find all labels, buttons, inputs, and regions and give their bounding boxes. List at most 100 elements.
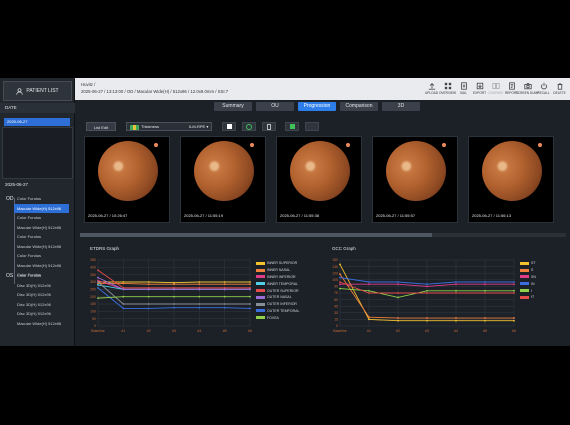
map-select[interactable]: Thickness ILM-RPE ▾ — [126, 122, 212, 131]
od-scan-item[interactable]: Color Fundus — [14, 213, 69, 223]
os-scan-item[interactable]: Disc 3D(H) 512x96 — [14, 309, 69, 319]
data-point[interactable] — [173, 303, 175, 305]
export-button[interactable]: EXPORT — [472, 80, 487, 98]
data-point[interactable] — [426, 317, 428, 319]
od-scan-item[interactable]: Macular Wide(H) 512x96 — [14, 223, 69, 233]
data-point[interactable] — [147, 281, 150, 283]
data-point[interactable] — [198, 288, 201, 291]
os-scan-item[interactable]: Disc 3D(H) 512x96 — [14, 290, 69, 300]
data-point[interactable] — [368, 281, 370, 283]
data-point[interactable] — [97, 276, 99, 279]
od-scan-item[interactable]: Color Fundus — [14, 232, 69, 242]
data-point[interactable] — [97, 286, 99, 289]
data-point[interactable] — [223, 303, 226, 305]
data-point[interactable] — [426, 289, 428, 292]
report-button[interactable]: REPORT — [504, 80, 519, 98]
compare-button[interactable]: COMPARE — [488, 80, 503, 98]
os-scan-item[interactable]: Macular Wide(H) 512x96 — [14, 319, 69, 329]
data-point[interactable] — [426, 283, 428, 286]
data-point[interactable] — [513, 317, 515, 319]
data-point[interactable] — [513, 319, 515, 322]
data-point[interactable] — [484, 289, 486, 292]
data-point[interactable] — [513, 292, 515, 294]
data-point[interactable] — [198, 295, 201, 298]
data-point[interactable] — [173, 306, 175, 309]
data-point[interactable] — [426, 292, 428, 294]
data-point[interactable] — [122, 295, 125, 298]
data-point[interactable] — [455, 283, 457, 286]
data-point[interactable] — [368, 283, 370, 286]
data-point[interactable] — [426, 285, 428, 288]
fundus-thumbnail[interactable]: 2025-06-27 / 10:26:47 — [84, 136, 170, 223]
overview-button[interactable]: OVERVIEW — [439, 80, 456, 98]
data-point[interactable] — [339, 287, 341, 290]
recall-button[interactable]: RECALL — [536, 80, 551, 98]
data-point[interactable] — [223, 306, 226, 309]
od-scan-item[interactable]: Macular Wide(H) 512x96 — [14, 242, 69, 252]
blank-button[interactable] — [305, 122, 319, 131]
data-point[interactable] — [122, 282, 125, 285]
data-point[interactable] — [223, 283, 226, 286]
data-point[interactable] — [198, 281, 201, 283]
data-point[interactable] — [339, 273, 341, 275]
data-point[interactable] — [513, 289, 515, 292]
data-point[interactable] — [97, 297, 99, 300]
patient-list-button[interactable]: PATIENT LIST — [3, 81, 72, 101]
data-point[interactable] — [397, 296, 399, 299]
data-point[interactable] — [147, 303, 150, 305]
data-point[interactable] — [249, 307, 251, 310]
fundus-thumbnail[interactable]: 2025-06-27 / 11:55:38 — [276, 136, 362, 223]
data-point[interactable] — [455, 317, 457, 319]
os-scan-item[interactable]: Disc 3D(H) 512x96 — [14, 281, 69, 291]
data-point[interactable] — [484, 317, 486, 319]
data-point[interactable] — [249, 283, 251, 286]
data-point[interactable] — [368, 289, 370, 292]
data-point[interactable] — [339, 263, 341, 266]
od-scan-item[interactable]: Macular Wide(H) 512x96 — [14, 261, 69, 271]
fundus-thumbnail[interactable]: 2025-06-27 / 11:55:19 — [180, 136, 266, 223]
tab-summary[interactable]: Summary — [214, 102, 252, 111]
data-point[interactable] — [339, 283, 341, 286]
tab-ou[interactable]: OU — [256, 102, 294, 111]
data-point[interactable] — [455, 319, 457, 322]
image-scrollbar[interactable] — [80, 233, 566, 237]
target-button[interactable] — [242, 122, 256, 131]
data-point[interactable] — [513, 281, 515, 283]
data-point[interactable] — [455, 292, 457, 294]
data-point[interactable] — [455, 289, 457, 292]
os-scan-item[interactable]: Disc 3D(H) 512x96 — [14, 300, 69, 310]
data-point[interactable] — [173, 295, 175, 298]
data-point[interactable] — [368, 316, 370, 319]
os-scan-item[interactable]: Color Fundus — [14, 271, 69, 281]
tab-progression[interactable]: Progression — [298, 102, 336, 111]
data-point[interactable] — [455, 281, 457, 283]
data-point[interactable] — [147, 283, 150, 286]
data-point[interactable] — [484, 319, 486, 322]
data-point[interactable] — [368, 318, 370, 321]
fundus-thumbnail[interactable]: 2025-06-27 / 11:55:57 — [372, 136, 458, 223]
data-point[interactable] — [397, 319, 399, 322]
data-point[interactable] — [484, 292, 486, 294]
upload-button[interactable]: UPLOAD — [424, 80, 439, 98]
document-button[interactable] — [262, 122, 276, 131]
data-point[interactable] — [249, 303, 251, 305]
data-point[interactable] — [173, 283, 175, 286]
data-point[interactable] — [223, 281, 226, 283]
data-point[interactable] — [122, 307, 125, 310]
data-point[interactable] — [397, 283, 399, 286]
data-point[interactable] — [97, 284, 99, 286]
data-point[interactable] — [368, 292, 370, 294]
od-scan-item[interactable]: Color Fundus — [14, 194, 69, 204]
fundus-thumbnail[interactable]: 2025-06-27 / 11:56:13 — [468, 136, 554, 223]
data-point[interactable] — [339, 276, 341, 279]
data-point[interactable] — [97, 269, 99, 272]
data-point[interactable] — [147, 295, 150, 298]
data-point[interactable] — [484, 283, 486, 286]
screen-dump-button[interactable]: SCREEN DUMP — [516, 80, 539, 98]
data-point[interactable] — [397, 292, 399, 294]
data-point[interactable] — [249, 281, 251, 283]
data-point[interactable] — [97, 281, 99, 283]
sail-button[interactable]: SAIL — [456, 80, 471, 98]
data-point[interactable] — [122, 288, 125, 291]
white-square-button[interactable] — [222, 122, 236, 131]
